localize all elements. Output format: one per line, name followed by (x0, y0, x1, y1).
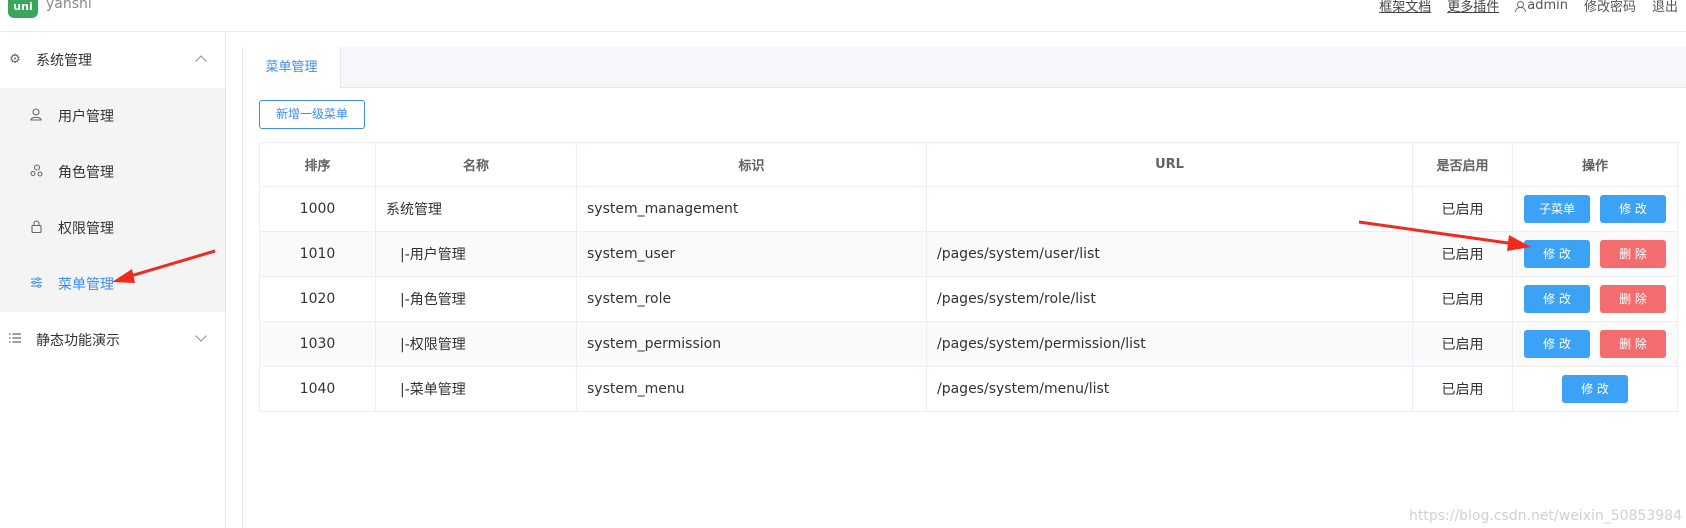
edit-button[interactable]: 修 改 (1524, 330, 1590, 358)
cell-name: |-菜单管理 (375, 366, 577, 412)
delete-button[interactable]: 删 除 (1600, 330, 1666, 358)
logout-link[interactable]: 退出 (1652, 0, 1678, 15)
table-row: 1020 |-角色管理 system_role /pages/system/ro… (259, 276, 1678, 322)
sidebar-item-label: 权限管理 (58, 221, 114, 237)
cell-identifier: system_user (576, 231, 927, 277)
more-plugins-link[interactable]: 更多插件 (1447, 0, 1499, 15)
cell-order: 1040 (259, 366, 376, 412)
sidebar-group-label: 系统管理 (36, 53, 92, 69)
sidebar-submenu: 用户管理 角色管理 权限管理 菜单管理 (0, 88, 225, 312)
framework-docs-link[interactable]: 框架文档 (1379, 0, 1431, 15)
cell-enabled: 已启用 (1412, 321, 1513, 367)
edit-button[interactable]: 修 改 (1524, 285, 1590, 313)
cell-actions: 修 改 删 除 (1512, 231, 1678, 277)
table-row: 1010 |-用户管理 system_user /pages/system/us… (259, 231, 1678, 277)
cell-identifier: system_role (576, 276, 927, 322)
sidebar-item-label: 角色管理 (58, 165, 114, 181)
cell-enabled: 已启用 (1412, 231, 1513, 277)
table-row: 1030 |-权限管理 system_permission /pages/sys… (259, 321, 1678, 367)
edit-button[interactable]: 修 改 (1562, 375, 1628, 403)
sidebar-item-menus[interactable]: 菜单管理 (0, 256, 225, 312)
cell-name: |-角色管理 (375, 276, 577, 322)
table-row: 1000 系统管理 system_management 已启用 子菜单 修 改 (259, 186, 1678, 232)
app-logo: uni (8, 0, 38, 18)
delete-button[interactable]: 删 除 (1600, 285, 1666, 313)
cell-url (926, 186, 1413, 232)
sidebar: ⚙ 系统管理 用户管理 角色管理 权限管理 菜单管理 静态功能演示 (0, 32, 226, 528)
cell-name: |-权限管理 (375, 321, 577, 367)
sidebar-item-permissions[interactable]: 权限管理 (0, 200, 225, 256)
column-header-identifier: 标识 (576, 142, 927, 187)
cell-identifier: system_permission (576, 321, 927, 367)
cell-url: /pages/system/permission/list (926, 321, 1413, 367)
chevron-up-icon (195, 55, 207, 67)
top-right-links: 框架文档 更多插件 admin 修改密码 退出 (1379, 0, 1678, 15)
tab-bar: 菜单管理 (243, 47, 1686, 88)
cell-order: 1020 (259, 276, 376, 322)
top-bar: uni yanshi 框架文档 更多插件 admin 修改密码 退出 (0, 0, 1686, 32)
delete-button[interactable]: 删 除 (1600, 240, 1666, 268)
column-header-order: 排序 (259, 142, 376, 187)
cell-url: /pages/system/user/list (926, 231, 1413, 277)
column-header-enabled: 是否启用 (1412, 142, 1513, 187)
cell-actions: 子菜单 修 改 (1512, 186, 1678, 232)
watermark: https://blog.csdn.net/weixin_50853984 (1408, 508, 1682, 524)
username: admin (1527, 0, 1568, 13)
user-icon (29, 108, 43, 124)
tab-menu-management[interactable]: 菜单管理 (243, 47, 341, 88)
add-top-level-menu-button[interactable]: 新增一级菜单 (259, 100, 365, 129)
list-icon (8, 333, 22, 347)
cell-actions: 修 改 删 除 (1512, 276, 1678, 322)
sidebar-item-roles[interactable]: 角色管理 (0, 144, 225, 200)
gear-icon: ⚙ (9, 52, 21, 67)
sidebar-item-label: 菜单管理 (58, 277, 114, 293)
cell-url: /pages/system/role/list (926, 276, 1413, 322)
cell-order: 1010 (259, 231, 376, 277)
submenu-button[interactable]: 子菜单 (1524, 195, 1590, 223)
column-header-actions: 操作 (1512, 142, 1678, 187)
main-content: 菜单管理 新增一级菜单 排序 名称 标识 URL 是否启用 操作 1000 系统… (242, 47, 1686, 528)
edit-button[interactable]: 修 改 (1524, 240, 1590, 268)
sliders-icon (29, 277, 43, 291)
cell-name: 系统管理 (375, 186, 577, 232)
cell-identifier: system_menu (576, 366, 927, 412)
column-header-name: 名称 (375, 142, 577, 187)
chevron-down-icon (195, 330, 207, 342)
sidebar-item-label: 用户管理 (58, 109, 114, 125)
sidebar-group-static-demo[interactable]: 静态功能演示 (0, 312, 225, 368)
cell-actions: 修 改 删 除 (1512, 321, 1678, 367)
cell-order: 1030 (259, 321, 376, 367)
sidebar-item-users[interactable]: 用户管理 (0, 88, 225, 144)
menu-table: 排序 名称 标识 URL 是否启用 操作 1000 系统管理 system_ma… (259, 142, 1678, 412)
user-icon (1515, 0, 1527, 12)
cell-identifier: system_management (576, 186, 927, 232)
sidebar-group-system[interactable]: ⚙ 系统管理 (0, 32, 225, 88)
cell-enabled: 已启用 (1412, 276, 1513, 322)
change-password-link[interactable]: 修改密码 (1584, 0, 1636, 15)
cell-enabled: 已启用 (1412, 186, 1513, 232)
table-header-row: 排序 名称 标识 URL 是否启用 操作 (259, 142, 1678, 187)
cell-order: 1000 (259, 186, 376, 232)
cell-name: |-用户管理 (375, 231, 577, 277)
cell-actions: 修 改 (1512, 366, 1678, 412)
table-row: 1040 |-菜单管理 system_menu /pages/system/me… (259, 366, 1678, 412)
edit-button[interactable]: 修 改 (1600, 195, 1666, 223)
column-header-url: URL (926, 142, 1413, 187)
role-icon (29, 164, 43, 180)
user-menu[interactable]: admin (1515, 0, 1568, 15)
lock-icon (29, 220, 43, 236)
sidebar-group-label: 静态功能演示 (36, 333, 120, 349)
app-name: yanshi (46, 0, 92, 12)
cell-enabled: 已启用 (1412, 366, 1513, 412)
cell-url: /pages/system/menu/list (926, 366, 1413, 412)
